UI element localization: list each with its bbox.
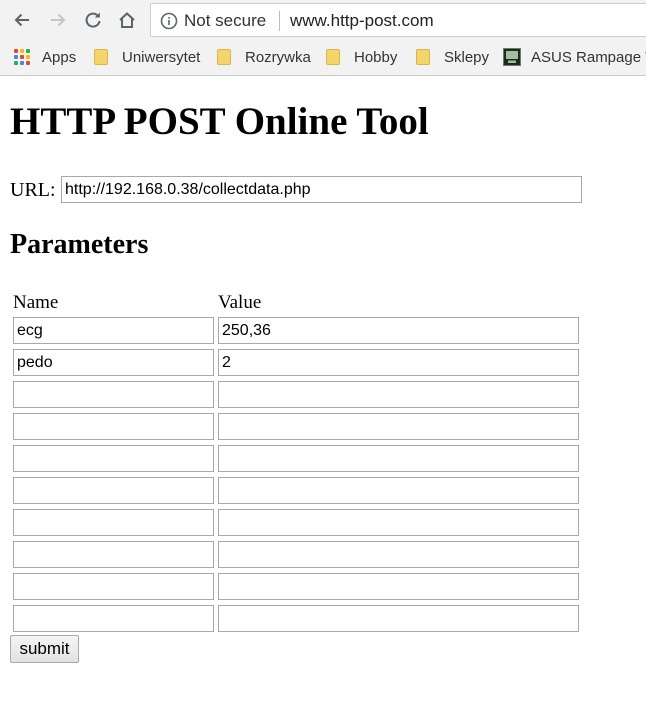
address-url[interactable]: www.http-post.com: [290, 11, 434, 31]
parameter-row: [13, 381, 579, 408]
address-separator: [279, 11, 280, 31]
parameter-row: [13, 605, 579, 632]
back-arrow-icon: [14, 13, 29, 27]
param-value-input[interactable]: [218, 381, 579, 408]
param-name-input[interactable]: [13, 413, 214, 440]
parameter-row: [13, 349, 579, 376]
folder-icon: [326, 49, 340, 65]
bookmark-uniwersytet[interactable]: Uniwersytet: [94, 47, 200, 67]
bookmark-label: Hobby: [354, 48, 398, 66]
folder-icon: [217, 49, 231, 65]
param-value-input[interactable]: [218, 413, 579, 440]
parameter-row: [13, 317, 579, 344]
info-icon[interactable]: [160, 12, 178, 30]
parameter-row: [13, 413, 579, 440]
forward-arrow-icon: [51, 13, 66, 27]
param-name-input[interactable]: [13, 445, 214, 472]
submit-button[interactable]: submit: [10, 635, 79, 663]
param-name-input[interactable]: [13, 477, 214, 504]
page-title: HTTP POST Online Tool: [10, 100, 429, 143]
folder-icon: [416, 49, 430, 65]
param-value-input[interactable]: [218, 509, 579, 536]
bookmark-hobby[interactable]: Hobby: [326, 47, 397, 67]
reload-button[interactable]: [79, 6, 107, 34]
home-icon: [119, 12, 135, 28]
forward-button[interactable]: [44, 6, 72, 34]
param-name-input[interactable]: [13, 605, 214, 632]
param-value-input[interactable]: [218, 445, 579, 472]
parameter-row: [13, 573, 579, 600]
parameter-row: [13, 541, 579, 568]
bookmark-label: Uniwersytet: [122, 48, 201, 66]
param-value-input[interactable]: [218, 541, 579, 568]
browser-toolbar: Not secure www.http-post.com: [0, 0, 646, 40]
asus-pc-icon: [503, 48, 521, 66]
bookmark-label: Sklepy: [444, 48, 490, 66]
name-column-header: Name: [13, 292, 59, 313]
bookmark-sklepy[interactable]: Sklepy: [416, 47, 489, 67]
url-label: URL:: [10, 179, 56, 201]
bookmark-asus-rampage[interactable]: ASUS Rampage V: [503, 47, 646, 67]
param-name-input[interactable]: [13, 573, 214, 600]
parameter-row: [13, 509, 579, 536]
param-value-input[interactable]: [218, 573, 579, 600]
param-name-input[interactable]: [13, 317, 214, 344]
bookmark-rozrywka[interactable]: Rozrywka: [217, 47, 311, 67]
param-name-input[interactable]: [13, 509, 214, 536]
parameter-row: [13, 477, 579, 504]
home-button[interactable]: [113, 6, 141, 34]
apps-grid-icon: [14, 49, 30, 65]
url-input[interactable]: [61, 176, 582, 203]
parameter-row: [13, 445, 579, 472]
param-value-input[interactable]: [218, 349, 579, 376]
param-value-input[interactable]: [218, 477, 579, 504]
bookmark-label: ASUS Rampage V: [531, 48, 646, 66]
address-bar[interactable]: Not secure www.http-post.com: [150, 3, 646, 37]
bookmark-label: Apps: [42, 48, 77, 66]
bookmark-apps[interactable]: Apps: [14, 47, 76, 67]
bookmark-label: Rozrywka: [245, 48, 311, 66]
folder-icon: [94, 49, 108, 65]
parameters-heading: Parameters: [10, 229, 149, 260]
param-name-input[interactable]: [13, 349, 214, 376]
back-button[interactable]: [8, 6, 36, 34]
param-name-input[interactable]: [13, 381, 214, 408]
browser-chrome: Not secure www.http-post.com Apps Uniwer…: [0, 0, 646, 76]
param-value-input[interactable]: [218, 317, 579, 344]
security-status[interactable]: Not secure: [184, 11, 266, 31]
value-column-header: Value: [218, 292, 262, 313]
bookmarks-bar: Apps Uniwersytet Rozrywka Hobby Sklepy A…: [0, 40, 646, 74]
param-value-input[interactable]: [218, 605, 579, 632]
reload-icon: [85, 12, 101, 28]
param-name-input[interactable]: [13, 541, 214, 568]
